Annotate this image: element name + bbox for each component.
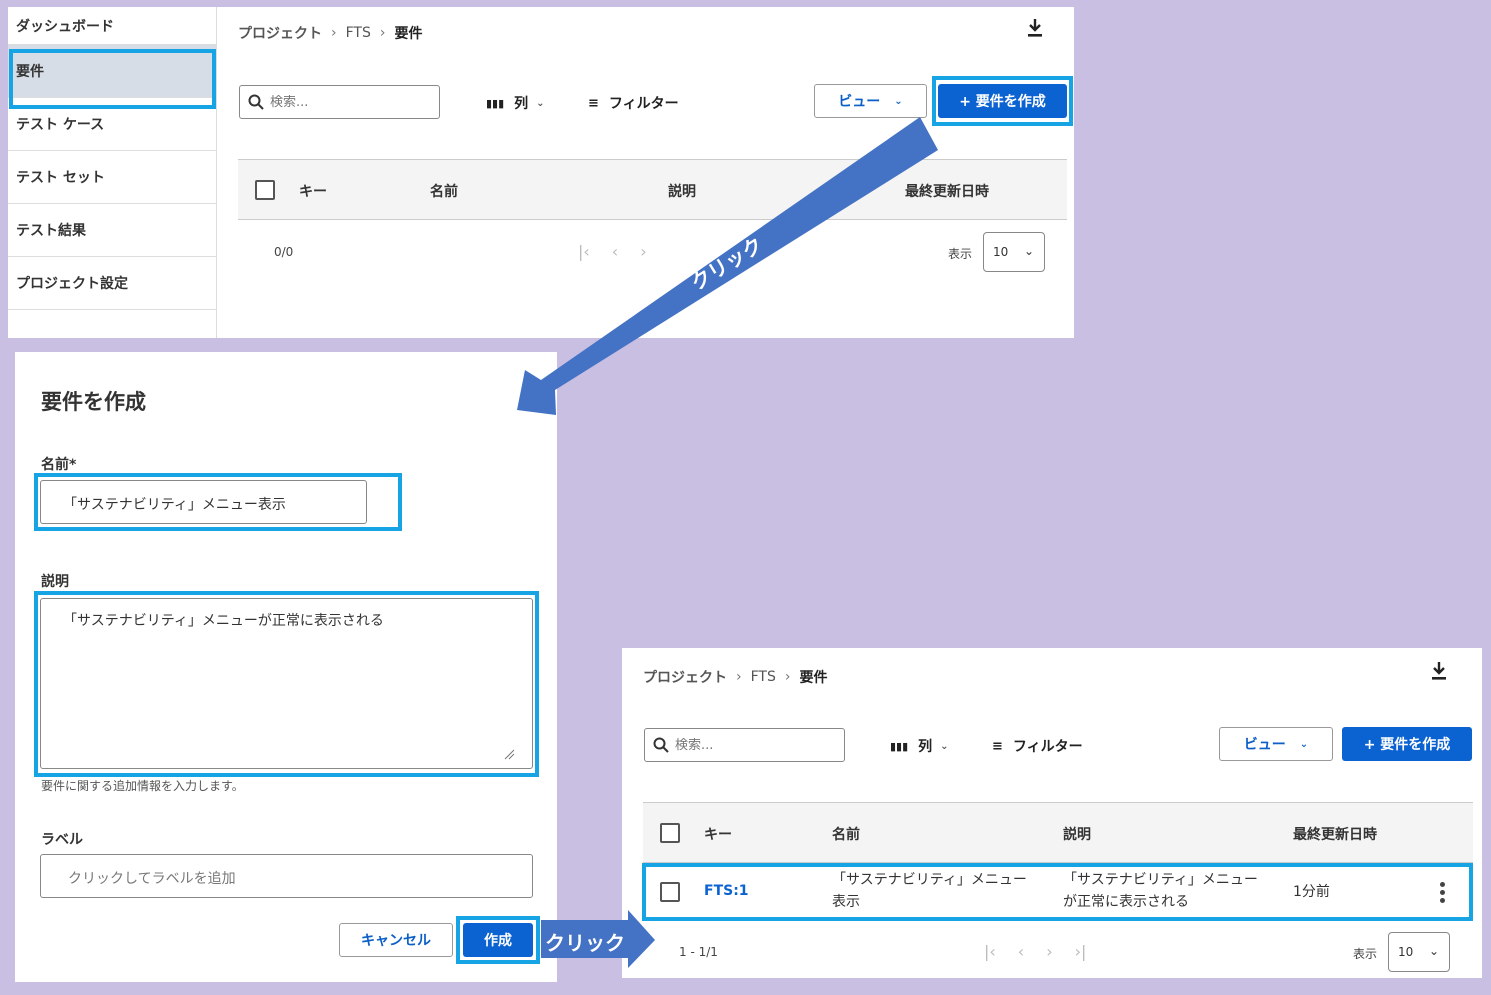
arrow-label-click: クリック (545, 931, 625, 955)
annotation-arrows (517, 117, 938, 968)
